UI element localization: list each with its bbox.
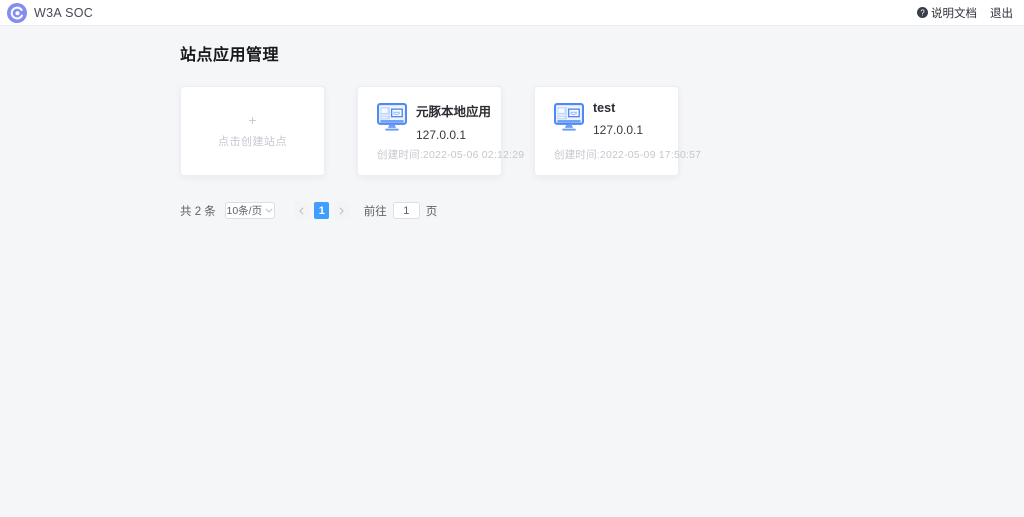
site-host: 127.0.0.1: [416, 128, 491, 142]
total-count: 共 2 条: [180, 203, 216, 219]
site-name: test: [593, 101, 643, 115]
chevron-right-icon: [339, 207, 344, 215]
top-header: W3A SOC ? 说明文档 退出: [0, 0, 1024, 26]
plus-icon: +: [248, 113, 256, 127]
goto-label: 前往: [364, 203, 387, 219]
app-root: { "header": { "brand": "W3A SOC", "docs_…: [0, 0, 1024, 517]
goto-page-input[interactable]: [393, 202, 420, 219]
site-card-top: 元豚本地应用 127.0.0.1: [377, 101, 493, 142]
header-actions: ? 说明文档 退出: [917, 5, 1013, 21]
create-site-label: 点击创建站点: [218, 133, 287, 149]
main-content: 站点应用管理 + 点击创建站点: [0, 26, 1024, 219]
site-card-top: test 127.0.0.1: [554, 101, 670, 137]
goto-suffix: 页: [426, 203, 438, 219]
site-created-time: 创建时间:2022-05-06 02:12:29: [377, 147, 524, 162]
brand: W3A SOC: [7, 3, 93, 23]
swirl-logo-icon: [7, 3, 27, 23]
page-size-select[interactable]: 10条/页: [225, 202, 275, 219]
site-info: test 127.0.0.1: [593, 101, 643, 137]
monitor-icon: [377, 103, 407, 136]
site-created-time: 创建时间:2022-05-09 17:50:57: [554, 147, 701, 162]
docs-link-label: 说明文档: [931, 5, 977, 21]
chevron-left-icon: [299, 207, 304, 215]
pager: 1: [292, 202, 352, 219]
site-name: 元豚本地应用: [416, 101, 491, 120]
site-card[interactable]: test 127.0.0.1 创建时间:2022-05-09 17:50:57: [534, 86, 679, 176]
page-title: 站点应用管理: [180, 41, 1024, 65]
help-circle-icon: ?: [917, 7, 928, 18]
site-card-list: + 点击创建站点: [180, 86, 1024, 176]
site-host: 127.0.0.1: [593, 123, 643, 137]
next-page-button[interactable]: [334, 202, 349, 219]
docs-link[interactable]: ? 说明文档: [917, 5, 977, 21]
chevron-down-icon: [265, 208, 273, 213]
page-size-value: 10条/页: [226, 203, 262, 218]
create-site-card[interactable]: + 点击创建站点: [180, 86, 325, 176]
svg-text:?: ?: [920, 8, 925, 17]
brand-title: W3A SOC: [34, 6, 93, 20]
site-info: 元豚本地应用 127.0.0.1: [416, 101, 491, 142]
site-card[interactable]: 元豚本地应用 127.0.0.1 创建时间:2022-05-06 02:12:2…: [357, 86, 502, 176]
logout-link[interactable]: 退出: [990, 5, 1013, 21]
monitor-icon: [554, 103, 584, 136]
pagination: 共 2 条 10条/页 1 前往 页: [180, 202, 1024, 219]
prev-page-button[interactable]: [294, 202, 309, 219]
page-number-button[interactable]: 1: [314, 202, 329, 219]
